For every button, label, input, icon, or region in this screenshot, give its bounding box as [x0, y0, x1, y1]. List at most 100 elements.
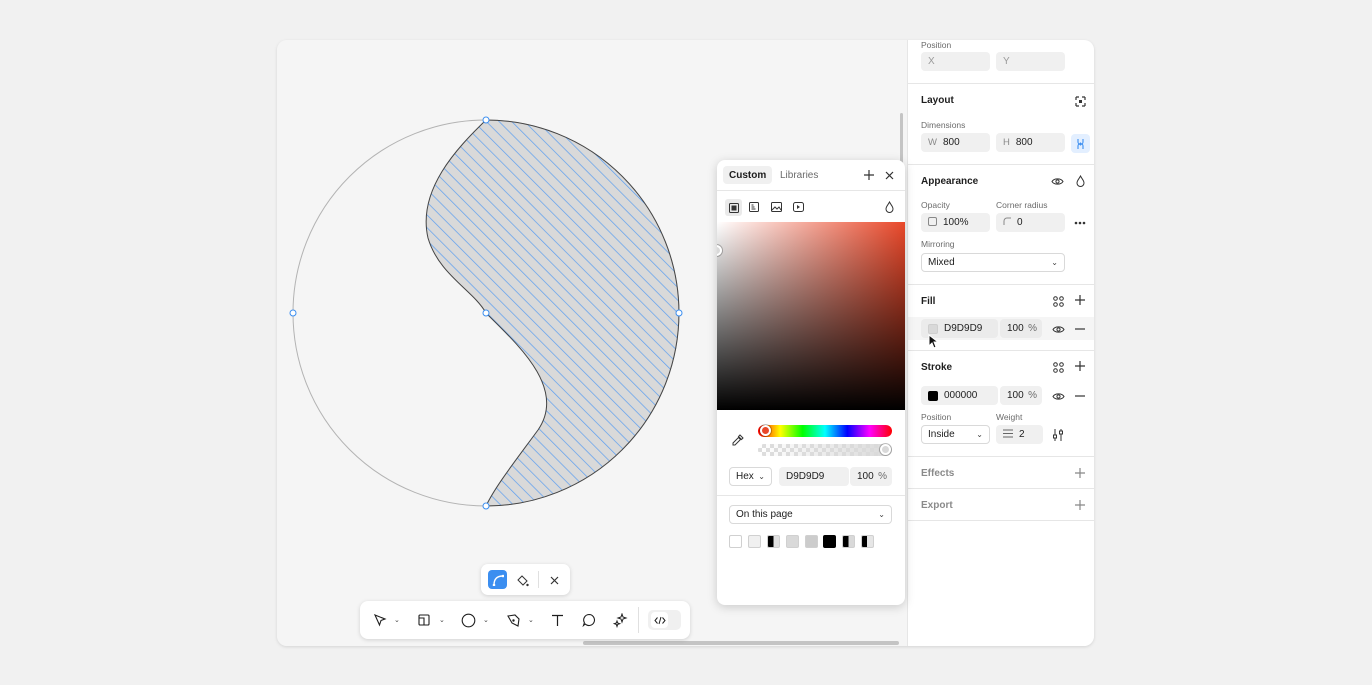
corner-radius-input[interactable]: 0: [996, 213, 1065, 232]
export-section: Export: [908, 489, 1094, 521]
anchor-point-bottom[interactable]: [482, 502, 490, 510]
page-color-swatch[interactable]: [748, 535, 761, 548]
stroke-visibility-eye-icon[interactable]: [1050, 388, 1066, 404]
page-color-swatch[interactable]: [767, 535, 780, 548]
page-color-swatch[interactable]: [823, 535, 836, 548]
remove-fill-minus-icon[interactable]: [1072, 321, 1088, 337]
stroke-weight-input[interactable]: 2: [996, 425, 1043, 444]
comment-tool-icon[interactable]: [579, 610, 599, 630]
more-options-icon[interactable]: [1072, 215, 1088, 231]
height-input[interactable]: H 800: [996, 133, 1065, 152]
mouse-cursor-icon: [928, 334, 939, 349]
image-fill-icon[interactable]: [768, 199, 784, 215]
picker-hex-input[interactable]: D9D9D9: [779, 467, 849, 486]
page-color-swatch[interactable]: [729, 535, 742, 548]
color-format-select[interactable]: Hex ⌄: [729, 467, 772, 486]
picker-opacity-unit: %: [878, 471, 887, 482]
code-icon: [651, 612, 668, 628]
page-color-swatch[interactable]: [805, 535, 818, 548]
close-icon[interactable]: [544, 570, 564, 590]
fill-title: Fill: [921, 296, 936, 307]
yin-shape[interactable]: [425, 119, 680, 507]
close-icon[interactable]: [881, 167, 897, 183]
video-fill-icon[interactable]: [790, 199, 806, 215]
eyedropper-icon[interactable]: [730, 432, 746, 448]
width-input[interactable]: W 800: [921, 133, 990, 152]
mirroring-label: Mirroring: [921, 239, 955, 249]
blend-drop-icon[interactable]: [1072, 173, 1088, 189]
stroke-settings-sliders-icon[interactable]: [1050, 427, 1066, 443]
stroke-position-value: Inside: [928, 429, 955, 440]
fill-visibility-eye-icon[interactable]: [1050, 321, 1066, 337]
bend-tool-icon[interactable]: [488, 570, 507, 589]
path-edit-toolbar: [481, 564, 570, 595]
visibility-eye-icon[interactable]: [1049, 173, 1065, 189]
ellipse-tool-icon[interactable]: [458, 610, 478, 630]
vertical-scrollbar[interactable]: [900, 113, 903, 165]
color-picker-popover: Custom Libraries Hex ⌄ D9D9D9 100 % On t…: [717, 160, 905, 605]
mirroring-select[interactable]: Mixed ⌄: [921, 253, 1065, 272]
saturation-value-area[interactable]: [717, 222, 905, 410]
page-color-swatch[interactable]: [861, 535, 874, 548]
constrain-proportions-icon[interactable]: [1071, 134, 1090, 153]
fill-swatch[interactable]: [928, 323, 938, 334]
move-tool-icon[interactable]: [370, 610, 390, 630]
remove-stroke-minus-icon[interactable]: [1072, 388, 1088, 404]
opacity-slider[interactable]: [758, 444, 892, 456]
solid-fill-icon[interactable]: [725, 199, 742, 216]
frame-tool-icon[interactable]: [414, 610, 434, 630]
opacity-value: 100%: [943, 217, 969, 228]
page-color-swatch[interactable]: [786, 535, 799, 548]
auto-layout-icon[interactable]: [1072, 93, 1088, 109]
page-color-swatch[interactable]: [842, 535, 855, 548]
gradient-fill-icon[interactable]: [746, 199, 762, 215]
hue-slider-knob[interactable]: [760, 425, 771, 436]
tab-libraries[interactable]: Libraries: [774, 166, 824, 184]
chevron-down-icon[interactable]: ⌄: [439, 616, 445, 624]
stroke-opacity-input[interactable]: 100 %: [1000, 386, 1042, 405]
fill-opacity-input[interactable]: 100 %: [1000, 319, 1042, 338]
tab-custom[interactable]: Custom: [723, 166, 773, 184]
add-effect-plus-icon[interactable]: [1072, 465, 1088, 481]
paint-bucket-icon[interactable]: [512, 570, 532, 590]
blend-drop-icon[interactable]: [881, 199, 897, 215]
text-tool-icon[interactable]: [547, 610, 567, 630]
stroke-position-select[interactable]: Inside ⌄: [921, 425, 990, 444]
ai-actions-sparkle-icon[interactable]: [610, 610, 630, 630]
toolbar-divider: [638, 607, 639, 633]
dev-mode-toggle[interactable]: [648, 610, 681, 630]
swatch-scope-select[interactable]: On this page ⌄: [729, 505, 892, 524]
stroke-weight-value: 2: [1019, 429, 1025, 440]
add-fill-plus-icon[interactable]: [1072, 292, 1088, 308]
add-export-plus-icon[interactable]: [1072, 497, 1088, 513]
chevron-down-icon[interactable]: ⌄: [483, 616, 489, 624]
hue-slider[interactable]: [758, 425, 892, 437]
styles-grid-icon[interactable]: [1050, 293, 1066, 309]
stroke-hex-input[interactable]: 000000: [921, 386, 998, 405]
dimensions-label: Dimensions: [921, 120, 966, 130]
chevron-down-icon[interactable]: ⌄: [394, 616, 400, 624]
stroke-styles-grid-icon[interactable]: [1050, 359, 1066, 375]
picker-opacity-input[interactable]: 100 %: [850, 467, 892, 486]
anchor-point-top[interactable]: [482, 116, 490, 124]
picker-tabs: Custom Libraries: [717, 160, 905, 191]
stroke-swatch[interactable]: [928, 390, 938, 401]
effects-title: Effects: [921, 468, 955, 479]
anchor-point-right[interactable]: [675, 309, 683, 317]
anchor-point-center[interactable]: [482, 309, 490, 317]
anchor-point-left[interactable]: [289, 309, 297, 317]
opacity-slider-knob[interactable]: [880, 444, 891, 455]
add-stroke-plus-icon[interactable]: [1072, 358, 1088, 374]
opacity-input[interactable]: 100%: [921, 213, 990, 232]
x-input[interactable]: X: [921, 52, 990, 71]
y-input[interactable]: Y: [996, 52, 1065, 71]
chevron-down-icon[interactable]: ⌄: [528, 616, 534, 624]
picker-hex-value: D9D9D9: [786, 471, 825, 482]
stroke-title: Stroke: [921, 362, 953, 373]
width-value: 800: [942, 137, 960, 148]
pen-tool-icon[interactable]: [503, 610, 523, 630]
chevron-down-icon: ⌄: [758, 472, 765, 481]
horizontal-scrollbar[interactable]: [583, 641, 899, 645]
add-style-plus-icon[interactable]: [861, 167, 877, 183]
layout-title: Layout: [921, 95, 954, 106]
